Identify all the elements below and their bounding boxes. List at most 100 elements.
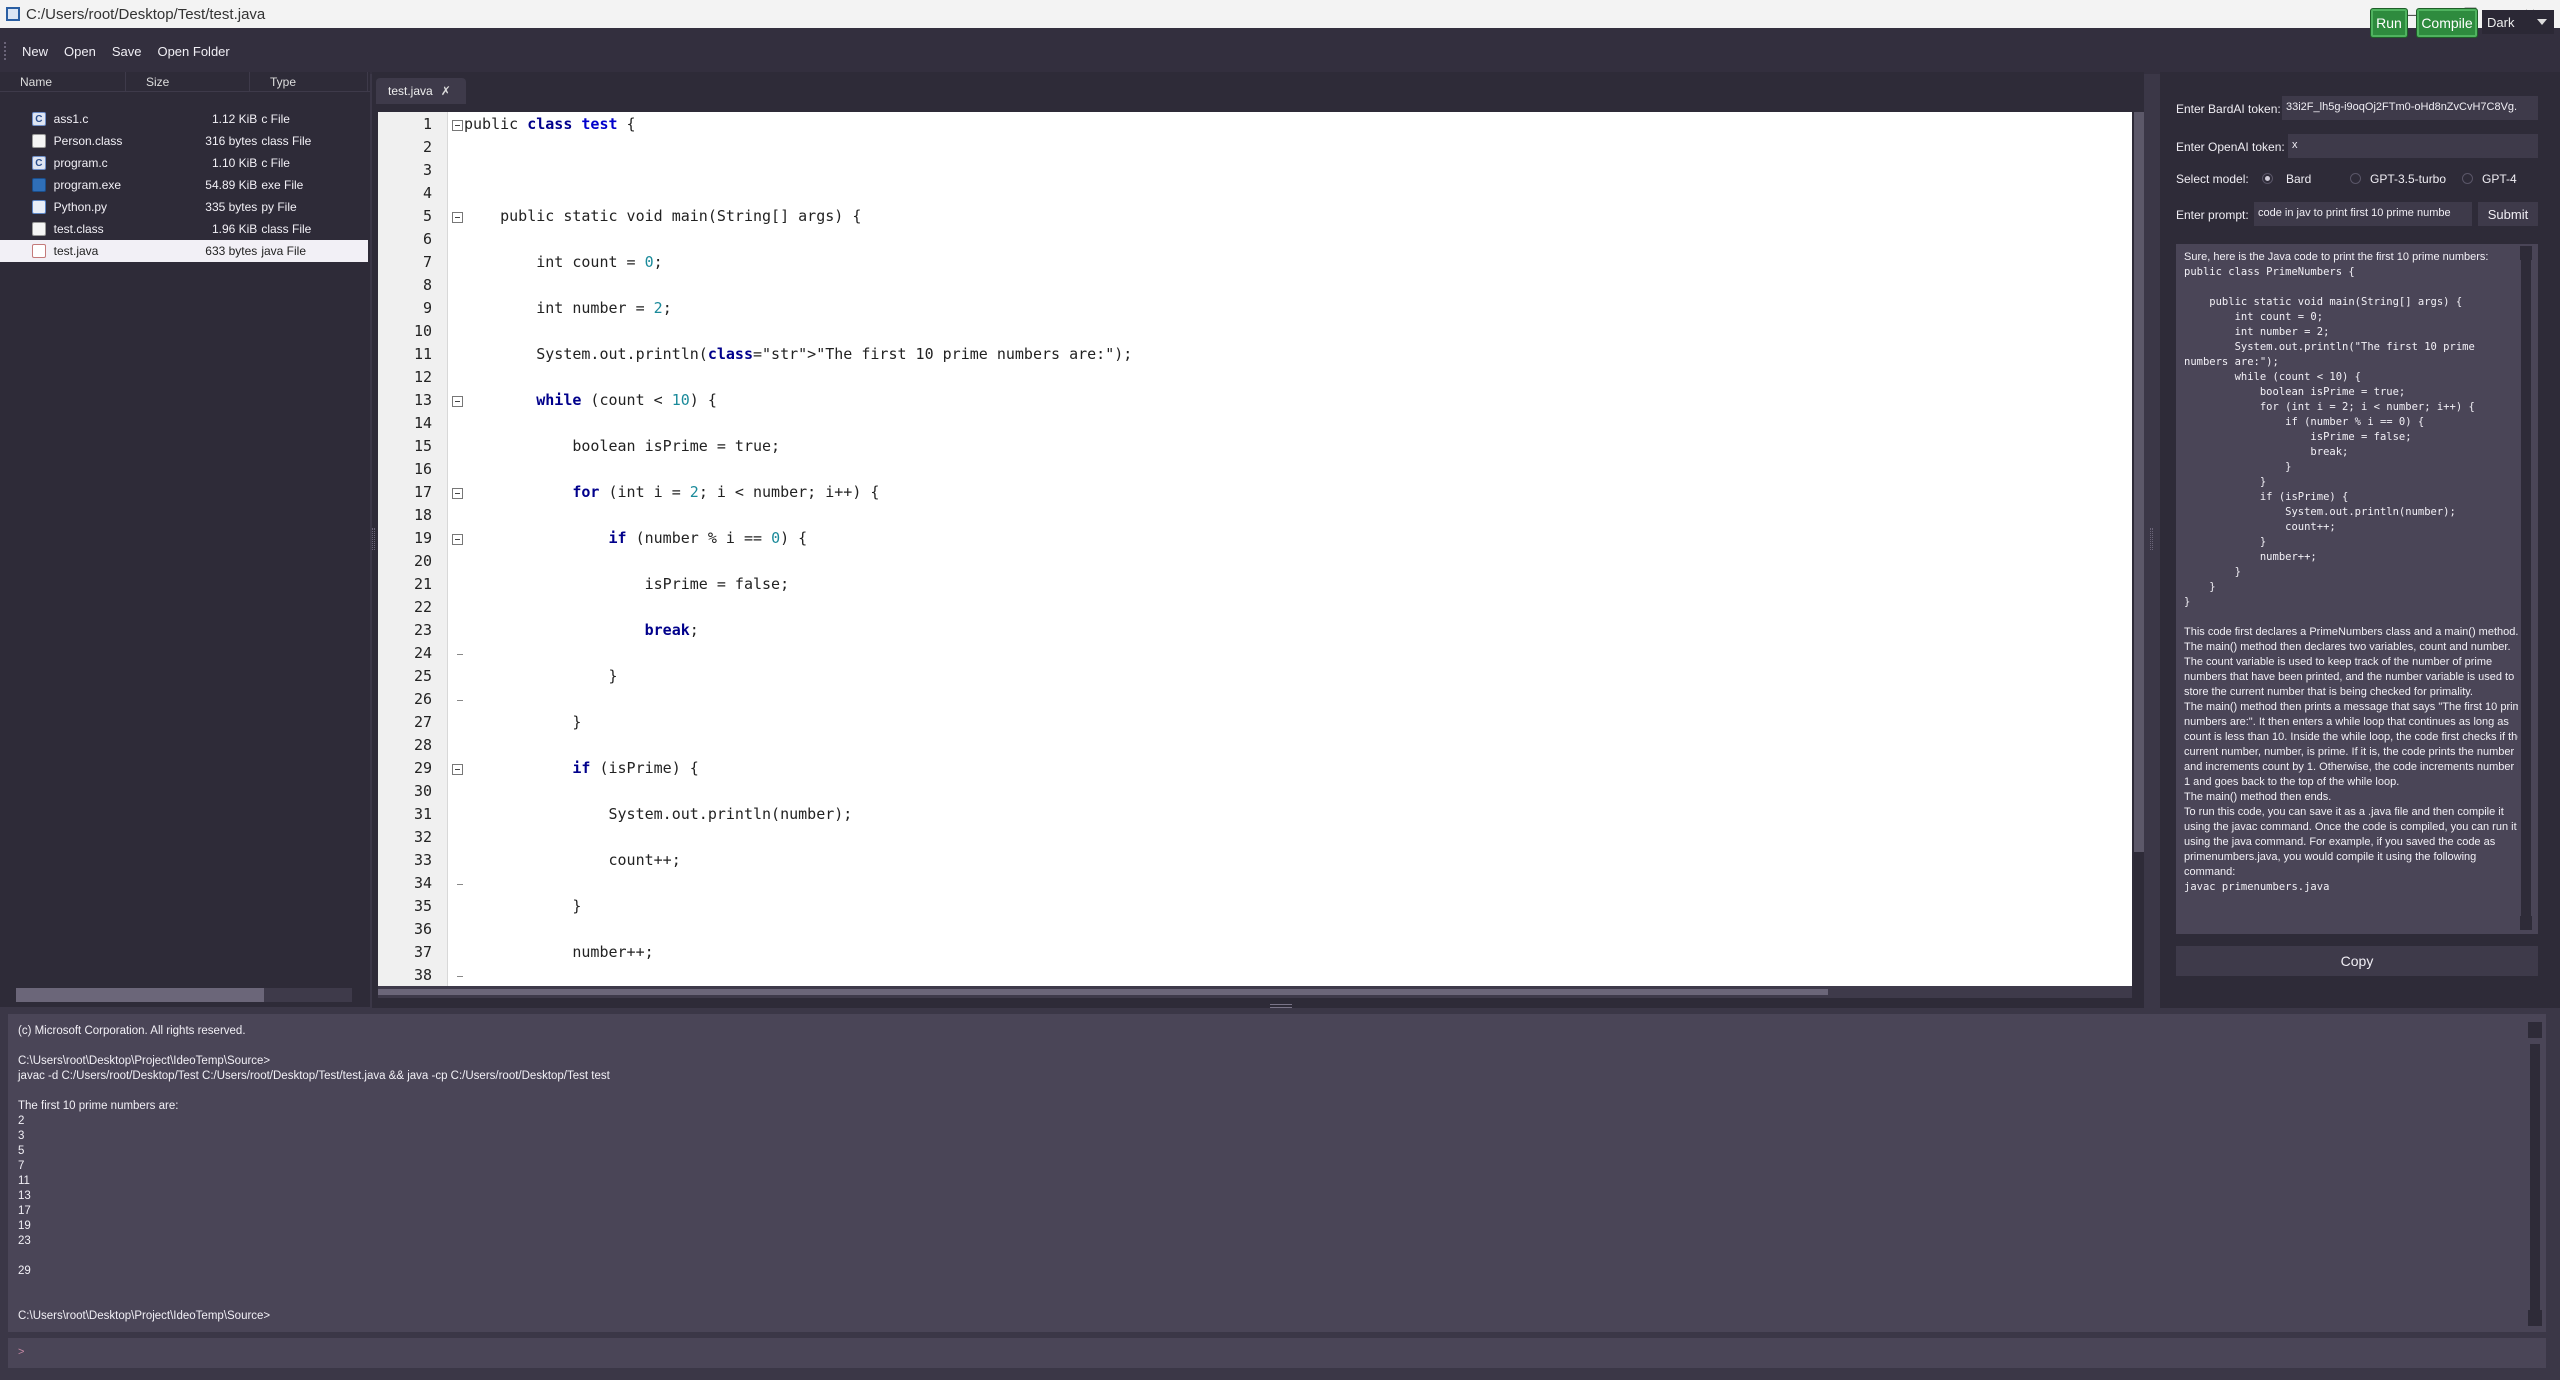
select-model-label: Select model: (2176, 172, 2249, 186)
exe-file-icon (32, 178, 46, 192)
code-line[interactable]: } (464, 897, 581, 915)
editor-horizontal-scrollbar[interactable] (378, 986, 2132, 998)
model-radio-gpt4[interactable] (2462, 173, 2473, 184)
terminal-scrollbar[interactable] (2526, 1020, 2544, 1328)
code-line[interactable]: for (int i = 2; i < number; i++) { (464, 483, 879, 501)
file-list-scrollbar[interactable] (16, 988, 352, 1002)
file-name: program.c (53, 156, 108, 170)
code-editor[interactable]: 1 2 3 4 5 6 7 8 9 10 11 12 13 14 15 16 17 18 19 20 21 22 23 24 2… (378, 112, 2132, 986)
terminal-output[interactable]: (c) Microsoft Corporation. All rights re… (8, 1014, 2546, 1332)
tab-test-java[interactable]: test.java ✗ (376, 78, 466, 104)
column-header-size[interactable]: Size (126, 72, 250, 91)
line-number: 15 (413, 437, 432, 455)
model-option-bard[interactable]: Bard (2286, 172, 2311, 186)
terminal-line: javac -d C:/Users/root/Desktop/Test C:/U… (18, 1070, 610, 1082)
fold-toggle-icon[interactable] (452, 212, 463, 223)
line-number: 20 (413, 552, 432, 570)
code-line[interactable]: System.out.println(number); (464, 805, 852, 823)
ai-response-text[interactable]: Sure, here is the Java code to print the… (2176, 244, 2538, 934)
code-line[interactable]: number++; (464, 943, 653, 961)
code-line[interactable]: } (464, 667, 617, 685)
fold-end-marker (457, 700, 463, 701)
column-header-name[interactable]: Name (0, 72, 126, 91)
file-type: py File (261, 200, 297, 214)
prompt-input[interactable]: code in jav to print first 10 prime numb… (2254, 202, 2472, 226)
model-option-gpt4[interactable]: GPT-4 (2482, 172, 2517, 186)
fold-toggle-icon[interactable] (452, 534, 463, 545)
run-button[interactable]: Run (2370, 8, 2408, 38)
left-splitter[interactable] (372, 528, 375, 550)
bard-token-label: Enter BardAI token: (2176, 102, 2281, 116)
file-type: c File (261, 156, 290, 170)
scrollbar-thumb[interactable] (378, 989, 1828, 995)
model-radio-bard[interactable] (2262, 173, 2273, 184)
code-line[interactable]: if (isPrime) { (464, 759, 698, 777)
code-line[interactable]: int count = 0; (464, 253, 662, 271)
terminal-line: C:\Users\root\Desktop\Project\IdeoTemp\S… (18, 1055, 271, 1067)
open-folder-button[interactable]: Open Folder (149, 42, 237, 61)
scroll-up-arrow[interactable] (2528, 1022, 2542, 1038)
editor-vertical-scrollbar[interactable] (2134, 112, 2144, 852)
copy-button[interactable]: Copy (2176, 946, 2538, 976)
scroll-down-arrow[interactable] (2520, 916, 2532, 930)
python-file-icon (32, 200, 46, 214)
line-number: 7 (422, 253, 432, 271)
fold-toggle-icon[interactable] (452, 764, 463, 775)
response-scrollbar[interactable] (2518, 244, 2534, 934)
file-row[interactable]: test.class 1.96 KiB class File (0, 218, 368, 240)
file-row[interactable]: test.java 633 bytes java File (0, 240, 368, 262)
column-header-type[interactable]: Type (250, 72, 368, 91)
file-row[interactable]: Cass1.c 1.12 KiB c File (0, 108, 368, 130)
open-button[interactable]: Open (56, 42, 104, 61)
code-line[interactable]: break; (464, 621, 699, 639)
horizontal-splitter[interactable] (1270, 1004, 1292, 1008)
code-line[interactable]: if (number % i == 0) { (464, 529, 808, 547)
java-file-icon (32, 244, 46, 258)
line-number: 11 (413, 345, 432, 363)
compile-button[interactable]: Compile (2416, 8, 2478, 38)
new-button[interactable]: New (14, 42, 56, 61)
code-line[interactable]: System.out.println(class="str">"The firs… (464, 345, 1132, 363)
terminal-line: 23 (18, 1235, 31, 1247)
fold-toggle-icon[interactable] (452, 488, 463, 499)
file-name: program.exe (53, 178, 122, 192)
code-line[interactable]: } (464, 713, 581, 731)
file-size: 54.89 KiB (205, 178, 258, 192)
code-line[interactable]: public static void main(String[] args) { (464, 207, 861, 225)
line-number: 36 (413, 920, 432, 938)
code-line[interactable]: public class test { (464, 115, 636, 133)
theme-select[interactable]: Dark (2482, 10, 2554, 34)
scroll-up-arrow[interactable] (2520, 246, 2532, 260)
save-button[interactable]: Save (104, 42, 150, 61)
code-line[interactable]: isPrime = false; (464, 575, 790, 593)
scrollbar-track[interactable] (2521, 260, 2531, 916)
file-row[interactable]: Person.class 316 bytes class File (0, 130, 368, 152)
file-row[interactable]: Python.py 335 bytes py File (0, 196, 368, 218)
scroll-down-arrow[interactable] (2528, 1310, 2542, 1326)
model-option-gpt35[interactable]: GPT-3.5-turbo (2370, 172, 2446, 186)
submit-button[interactable]: Submit (2478, 202, 2538, 226)
fold-toggle-icon[interactable] (452, 120, 463, 131)
line-number: 38 (413, 966, 432, 984)
openai-token-input[interactable]: x (2288, 134, 2538, 158)
file-row[interactable]: program.exe 54.89 KiB exe File (0, 174, 368, 196)
fold-toggle-icon[interactable] (452, 396, 463, 407)
code-line[interactable]: count++; (464, 851, 680, 869)
model-radio-gpt35[interactable] (2350, 173, 2361, 184)
file-type: java File (261, 244, 306, 258)
code-line[interactable]: while (count < 10) { (464, 391, 717, 409)
file-size: 335 bytes (205, 200, 258, 214)
response-command: javac primenumbers.java (2184, 881, 2330, 893)
terminal-command-input[interactable]: > (8, 1338, 2546, 1368)
file-row[interactable]: Cprogram.c 1.10 KiB c File (0, 152, 368, 174)
right-splitter[interactable] (2150, 528, 2153, 550)
code-line[interactable]: int number = 2; (464, 299, 671, 317)
scrollbar-thumb[interactable] (16, 988, 264, 1002)
scrollbar-track[interactable] (2530, 1044, 2540, 1316)
line-number-gutter: 1 2 3 4 5 6 7 8 9 10 11 12 13 14 15 16 17 18 19 20 21 22 23 24 2… (378, 112, 448, 986)
terminal-line: C:\Users\root\Desktop\Project\IdeoTemp\S… (18, 1310, 271, 1322)
code-line[interactable]: boolean isPrime = true; (464, 437, 780, 455)
bard-token-input[interactable]: 33i2F_lh5g-i9oqOj2FTm0-oHd8nZvCvH7C8Vg. (2282, 96, 2538, 120)
close-tab-icon[interactable]: ✗ (441, 84, 451, 98)
toolbar-grip[interactable] (4, 42, 7, 60)
